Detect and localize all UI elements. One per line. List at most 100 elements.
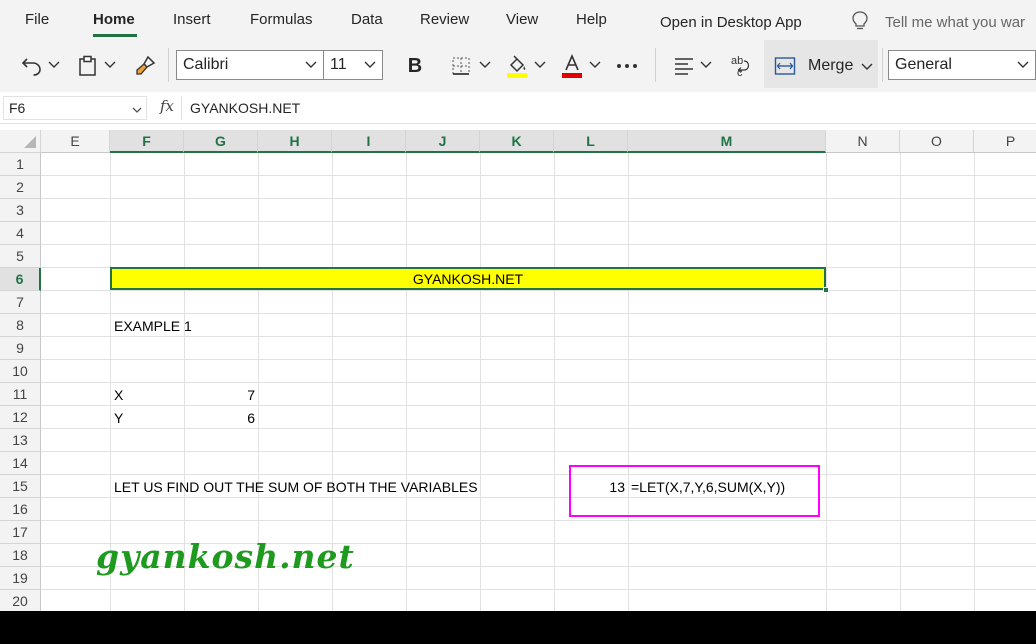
row-header-20[interactable]: 20 xyxy=(0,590,41,611)
font-size-dropdown[interactable]: 11 xyxy=(323,50,383,80)
tab-insert[interactable]: Insert xyxy=(173,11,211,28)
gridline xyxy=(41,520,1036,521)
font-name-dropdown[interactable]: Calibri xyxy=(176,50,324,80)
gridline xyxy=(41,405,1036,406)
chevron-down-icon[interactable] xyxy=(700,58,712,70)
cell-f15[interactable]: LET US FIND OUT THE SUM OF BOTH THE VARI… xyxy=(114,479,478,495)
cell-f12[interactable]: Y xyxy=(114,410,123,426)
tell-me-search[interactable]: Tell me what you war xyxy=(885,14,1025,31)
tab-help[interactable]: Help xyxy=(576,11,607,28)
column-header-g[interactable]: G xyxy=(184,130,258,153)
column-header-h[interactable]: H xyxy=(258,130,332,153)
watermark-logo: gyankosh.net xyxy=(96,537,355,576)
tab-view[interactable]: View xyxy=(506,11,538,28)
fill-color-button[interactable] xyxy=(503,40,531,92)
chevron-down-icon[interactable] xyxy=(104,58,116,70)
tab-home[interactable]: Home xyxy=(93,11,135,28)
borders-icon xyxy=(452,57,470,75)
ribbon-toolbar: Calibri 11 B ab c Merge General xyxy=(0,40,1036,92)
more-icon xyxy=(617,64,637,68)
gridline xyxy=(41,359,1036,360)
wrap-text-button[interactable]: ab c xyxy=(726,40,754,92)
column-header-k[interactable]: K xyxy=(480,130,554,153)
number-format-dropdown[interactable]: General xyxy=(888,50,1036,80)
font-name-value: Calibri xyxy=(183,56,229,73)
worksheet-grid[interactable]: E F G H I J K L M N O P 1 2 3 4 5 6 7 8 … xyxy=(0,130,1036,611)
row-header-7[interactable]: 7 xyxy=(0,291,41,314)
chevron-down-icon[interactable] xyxy=(479,58,491,70)
font-color-icon xyxy=(562,53,582,78)
excel-window: File Home Insert Formulas Data Review Vi… xyxy=(0,0,1036,611)
clipboard-icon xyxy=(79,55,96,76)
column-header-m[interactable]: M xyxy=(628,130,826,153)
merge-label: Merge xyxy=(808,57,854,74)
undo-button[interactable] xyxy=(18,40,46,92)
merged-title-cell[interactable]: GYANKOSH.NET xyxy=(110,267,826,290)
row-header-10[interactable]: 10 xyxy=(0,360,41,383)
row-header-18[interactable]: 18 xyxy=(0,544,41,567)
column-header-f[interactable]: F xyxy=(110,130,184,153)
row-header-11[interactable]: 11 xyxy=(0,383,41,406)
fill-handle[interactable] xyxy=(823,287,829,293)
row-header-2[interactable]: 2 xyxy=(0,176,41,199)
gridline xyxy=(41,198,1036,199)
align-button[interactable] xyxy=(670,40,698,92)
column-header-o[interactable]: O xyxy=(900,130,974,153)
tab-file[interactable]: File xyxy=(25,11,49,28)
column-header-p[interactable]: P xyxy=(974,130,1036,153)
column-header-i[interactable]: I xyxy=(332,130,406,153)
cell-g11[interactable]: 7 xyxy=(186,387,255,403)
row-header-19[interactable]: 19 xyxy=(0,567,41,590)
paintbrush-icon xyxy=(136,55,156,75)
gridline xyxy=(41,382,1036,383)
column-header-n[interactable]: N xyxy=(826,130,900,153)
merge-cells-icon-wrap xyxy=(772,40,798,92)
bold-button[interactable]: B xyxy=(400,40,430,92)
formula-input[interactable]: GYANKOSH.NET xyxy=(190,100,300,116)
chevron-down-icon[interactable] xyxy=(589,58,601,70)
ribbon-divider xyxy=(882,48,883,82)
row-header-4[interactable]: 4 xyxy=(0,222,41,245)
cell-f8[interactable]: EXAMPLE 1 xyxy=(114,318,192,334)
row-header-1[interactable]: 1 xyxy=(0,153,41,176)
gridline xyxy=(41,244,1036,245)
more-options-button[interactable] xyxy=(613,40,641,92)
row-header-8[interactable]: 8 xyxy=(0,314,41,337)
select-all-corner[interactable] xyxy=(0,130,41,153)
row-header-5[interactable]: 5 xyxy=(0,245,41,268)
tab-data[interactable]: Data xyxy=(351,11,383,28)
open-in-desktop-app-button[interactable]: Open in Desktop App xyxy=(660,14,802,31)
row-header-9[interactable]: 9 xyxy=(0,337,41,360)
name-box[interactable]: F6 xyxy=(3,96,147,120)
fill-color-swatch xyxy=(507,73,527,78)
cell-f11[interactable]: X xyxy=(114,387,123,403)
format-painter-button[interactable] xyxy=(132,40,158,92)
insert-function-button[interactable]: fx xyxy=(160,97,174,115)
column-header-l[interactable]: L xyxy=(554,130,628,153)
row-header-15[interactable]: 15 xyxy=(0,475,41,498)
chevron-down-icon xyxy=(132,107,142,113)
tab-formulas[interactable]: Formulas xyxy=(250,11,313,28)
row-header-13[interactable]: 13 xyxy=(0,429,41,452)
row-header-14[interactable]: 14 xyxy=(0,452,41,475)
row-header-3[interactable]: 3 xyxy=(0,199,41,222)
row-header-12[interactable]: 12 xyxy=(0,406,41,429)
paste-button[interactable] xyxy=(76,40,100,92)
chevron-down-icon[interactable] xyxy=(534,58,546,70)
gridline xyxy=(41,336,1036,337)
row-header-6[interactable]: 6 xyxy=(0,268,41,291)
gridline xyxy=(41,451,1036,452)
chevron-down-icon[interactable] xyxy=(861,60,873,72)
tab-review[interactable]: Review xyxy=(420,11,469,28)
chevron-down-icon[interactable] xyxy=(48,58,60,70)
column-header-j[interactable]: J xyxy=(406,130,480,153)
column-header-e[interactable]: E xyxy=(41,130,110,153)
row-header-17[interactable]: 17 xyxy=(0,521,41,544)
cell-g12[interactable]: 6 xyxy=(186,410,255,426)
font-size-value: 11 xyxy=(330,56,347,73)
borders-button[interactable] xyxy=(447,40,475,92)
font-color-swatch xyxy=(562,73,582,78)
font-color-button[interactable] xyxy=(558,40,586,92)
row-header-16[interactable]: 16 xyxy=(0,498,41,521)
name-box-value: F6 xyxy=(9,100,26,116)
